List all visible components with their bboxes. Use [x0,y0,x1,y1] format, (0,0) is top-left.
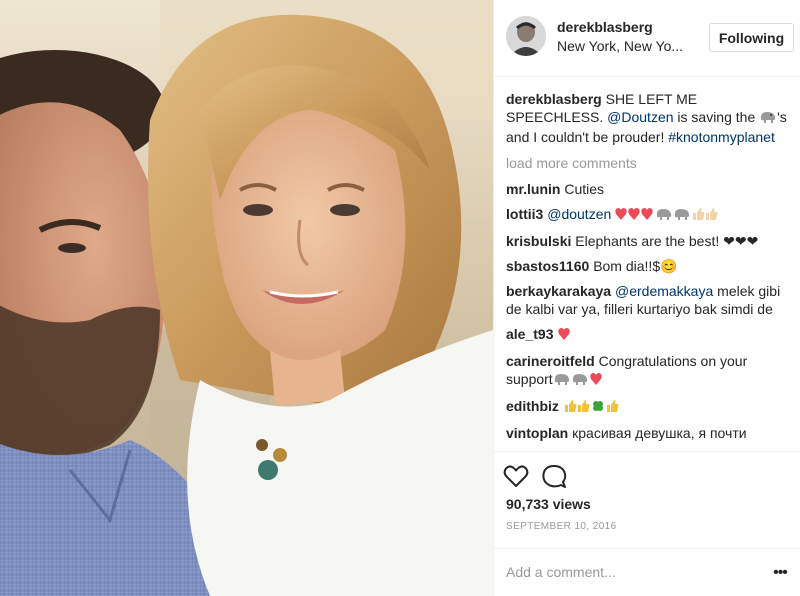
comment-item: carineroitfeld Congratulations on your s… [506,352,789,390]
avatar[interactable] [506,16,546,56]
four-leaf-clover-emoji-icon [591,399,605,417]
comment-username[interactable]: krisbulski [506,233,571,249]
post-side-panel: derekblasberg New York, New Yo... Follow… [493,0,800,596]
thumbs-up-emoji-icon [605,399,619,417]
comment-username[interactable]: lottii3 [506,206,543,222]
comment-mention[interactable]: @erdemakkaya [615,283,713,299]
add-comment-input[interactable] [506,561,756,583]
thumbs-up-emoji-icon [563,399,591,417]
more-options-icon[interactable]: ••• [770,563,790,583]
comments-list[interactable]: derekblasberg SHE LEFT ME SPEECHLESS. @D… [494,78,800,450]
comment-item: krisbulski Elephants are the best! ❤❤❤ [506,232,789,250]
comment-item: berkaykarakaya @erdemakkaya melek gibi d… [506,282,789,318]
comment-text: Bom dia!!$😊 [593,258,678,274]
comment-item: ale_t93 [506,325,789,345]
caption-text-part-2: is saving the [673,109,760,125]
red-heart-emoji-icon [589,372,603,390]
post-photo[interactable] [0,0,493,596]
view-count[interactable]: 90,733 views [506,496,591,512]
caption-mention[interactable]: @Doutzen [607,109,673,125]
comment-text: Elephants are the best! ❤❤❤ [575,233,759,249]
red-heart-emoji-icon [557,327,571,345]
elephant-emoji-icon [655,207,691,225]
comment-item: sbastos1160 Bom dia!!$😊 [506,257,789,275]
comment-bubble-icon[interactable] [540,462,568,490]
elephant-emoji-icon [553,372,589,390]
post-caption: derekblasberg SHE LEFT ME SPEECHLESS. @D… [506,90,789,146]
post-location[interactable]: New York, New Yo... [557,38,697,54]
comment-username[interactable]: berkaykarakaya [506,283,611,299]
comment-text: красивая девушка, я почти [572,425,747,441]
load-more-comments-link[interactable]: load more comments [506,155,789,171]
post-date[interactable]: SEPTEMBER 10, 2016 [506,521,617,532]
post-header: derekblasberg New York, New Yo... Follow… [494,0,800,77]
comment-item: lottii3 @doutzen [506,205,789,225]
post-author-username[interactable]: derekblasberg [557,19,653,35]
comment-username[interactable]: edithbiz [506,398,559,414]
comment-username[interactable]: mr.lunin [506,181,560,197]
comment-username[interactable]: carineroitfeld [506,353,595,369]
caption-hashtag[interactable]: #knotonmyplanet [668,129,775,145]
comment-mention[interactable]: @doutzen [547,206,611,222]
caption-username[interactable]: derekblasberg [506,91,602,107]
red-heart-emoji-icon [615,207,655,225]
elephant-emoji-icon [759,110,777,128]
comment-username[interactable]: ale_t93 [506,326,553,342]
heart-icon[interactable] [502,462,530,490]
comment-item: mr.lunin Cuties [506,180,789,198]
following-button[interactable]: Following [709,23,794,52]
thumbs-up-emoji-icon [691,207,719,225]
avatar-image [506,16,546,56]
comment-item: edithbiz [506,397,789,417]
comment-username[interactable]: sbastos1160 [506,258,589,274]
selfie-photo [0,0,493,596]
comment-item: vintoplan красивая девушка, я почти [506,424,789,442]
comment-text: Cuties [564,181,605,197]
add-comment-bar: ••• [494,548,800,596]
post-actions-bar [494,451,800,499]
comment-username[interactable]: vintoplan [506,425,568,441]
